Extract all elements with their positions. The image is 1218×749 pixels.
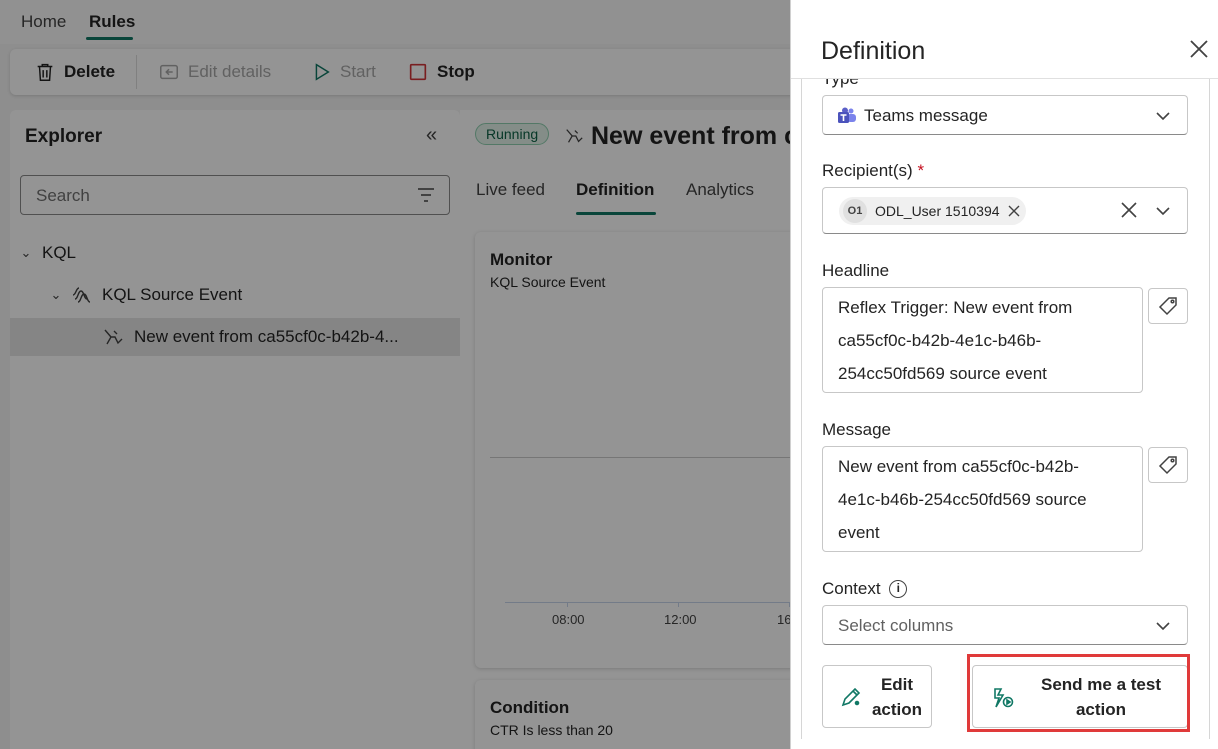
context-label: Context i [822,579,908,599]
rule-icon [566,129,583,143]
tick-label: 12:00 [664,612,697,627]
remove-chip-icon[interactable] [1008,205,1020,217]
context-dropdown[interactable]: Select columns [822,605,1188,645]
message-textarea[interactable]: New event from ca55cf0c-b42b- 4e1c-b46b-… [822,446,1143,552]
tick-label: 08:00 [552,612,585,627]
teams-icon [838,107,856,123]
collapse-icon[interactable]: « [426,124,437,147]
condition-title: Condition [490,698,570,717]
edit-details-icon [160,64,178,80]
stop-icon [409,63,427,81]
definition-panel: Definition Type Teams message Recipient(… [790,0,1218,749]
panel-body: Type Teams message Recipient(s) * O1 ODL… [791,79,1218,739]
main-pane: Running New event from c Live feed Defin… [460,110,790,749]
rule-icon [104,329,123,345]
message-label: Message [822,420,891,439]
clear-icon[interactable] [1121,202,1137,218]
search-input[interactable]: Search [20,175,450,215]
tab-live-feed[interactable]: Live feed [476,180,545,200]
status-badge: Running [475,123,550,145]
headline-textarea[interactable]: Reflex Trigger: New event from ca55cf0c-… [822,287,1143,393]
recipients-input[interactable]: O1 ODL_User 1510394 [822,187,1188,234]
play-icon [315,63,330,81]
edit-details-button[interactable]: Edit details [158,61,271,83]
filter-icon[interactable] [417,187,435,203]
tree-item-kql[interactable]: ⌄ KQL [10,234,460,272]
type-label: Type [822,79,859,89]
tree-item-rule[interactable]: New event from ca55cf0c-b42b-4... [10,318,460,356]
panel-border-right [1209,79,1210,739]
top-nav: Home Rules [0,0,790,44]
event-stream-icon [72,287,91,303]
monitor-card[interactable]: Monitor KQL Source Event 08:00 12:00 16 [475,232,790,668]
panel-border-left [801,79,802,739]
explorer-pane: Explorer « Search ⌄ KQL ⌄ KQL Source Eve… [10,110,460,749]
recipients-label: Recipient(s) * [822,161,925,180]
required-marker: * [917,161,925,180]
toolbar-separator [136,55,137,89]
stop-button[interactable]: Stop [407,61,475,83]
tab-active-underline [576,212,656,215]
tree-item-source-event[interactable]: ⌄ KQL Source Event [10,276,460,314]
chart-gridline [490,457,790,458]
condition-subtitle: CTR Is less than 20 [490,722,613,738]
explorer-title: Explorer [25,126,103,147]
monitor-title: Monitor [490,250,553,269]
edit-action-button[interactable]: Edit action [822,665,932,728]
highlight-box [967,654,1190,732]
chevron-down-icon[interactable] [1155,618,1171,634]
tag-icon [1158,456,1177,475]
chevron-down-icon[interactable]: ⌄ [48,287,64,303]
tag-icon [1158,297,1177,316]
recipient-chip: O1 ODL_User 1510394 [839,197,1026,225]
chevron-down-icon[interactable] [1155,108,1171,124]
nav-home[interactable]: Home [21,12,66,32]
type-dropdown[interactable]: Teams message [822,95,1188,135]
nav-rules[interactable]: Rules [89,12,135,32]
condition-card[interactable]: Condition CTR Is less than 20 [475,680,790,749]
delete-button[interactable]: Delete [34,61,115,83]
panel-title: Definition [821,37,926,65]
chart-x-axis [505,602,790,603]
tab-analytics[interactable]: Analytics [686,180,754,200]
toolbar: Delete Edit details Start Stop [10,49,790,95]
tick-label: 16 [777,612,790,627]
headline-tag-button[interactable] [1148,288,1188,324]
chevron-down-icon[interactable]: ⌄ [18,245,34,261]
edit-action-icon [841,687,861,706]
avatar: O1 [843,199,867,223]
headline-label: Headline [822,261,890,280]
start-button[interactable]: Start [310,61,376,83]
page-title: New event from c [591,122,790,150]
nav-active-underline [86,37,133,40]
trash-icon [37,63,53,81]
message-tag-button[interactable] [1148,447,1188,483]
close-icon[interactable] [1188,38,1210,60]
monitor-subtitle: KQL Source Event [490,274,606,290]
info-icon[interactable]: i [889,580,908,598]
chevron-down-icon[interactable] [1155,203,1171,219]
app-background: Home Rules Delete Edit details Start Sto… [0,0,790,749]
tab-definition[interactable]: Definition [576,180,654,200]
tick-mark [567,602,568,607]
tick-mark [678,602,679,607]
